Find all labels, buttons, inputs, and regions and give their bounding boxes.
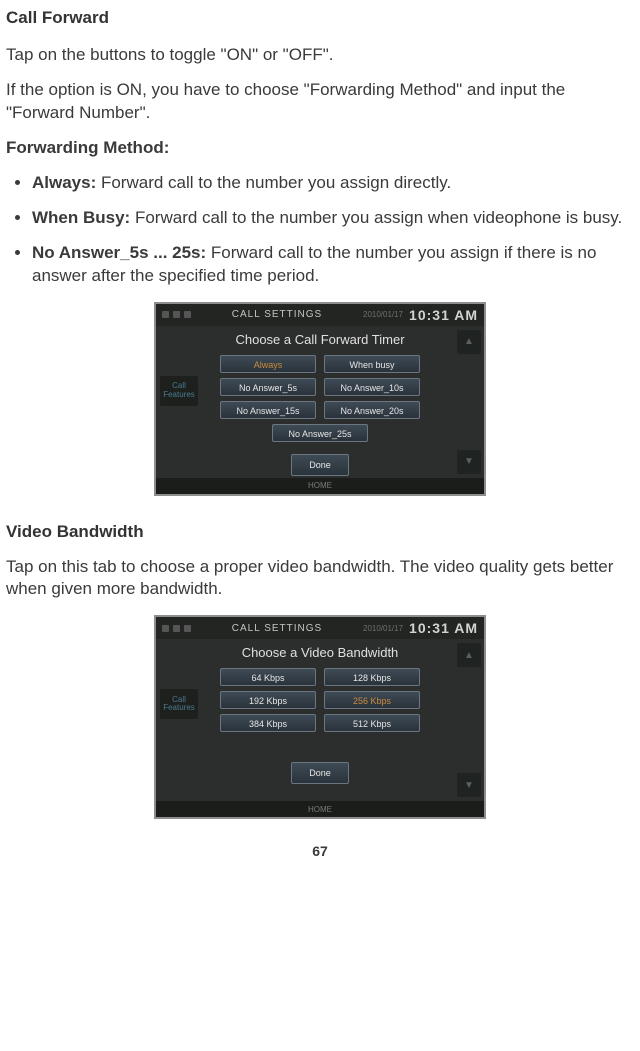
forwarding-method-list: Always: Forward call to the number you a… [6, 172, 634, 288]
status-icon [184, 625, 191, 632]
list-item: Always: Forward call to the number you a… [32, 172, 634, 195]
scroll-up-button[interactable]: ▲ [457, 330, 481, 354]
scroll-down-button[interactable]: ▼ [457, 450, 481, 474]
option-512kbps[interactable]: 512 Kbps [324, 714, 420, 732]
paragraph: Tap on this tab to choose a proper video… [6, 556, 634, 602]
option-256kbps[interactable]: 256 Kbps [324, 691, 420, 709]
done-button[interactable]: Done [291, 454, 349, 476]
scroll-down-button[interactable]: ▼ [457, 773, 481, 797]
option-no-answer-5s[interactable]: No Answer_5s [220, 378, 316, 396]
status-time: 10:31 AM [409, 620, 478, 636]
option-384kbps[interactable]: 384 Kbps [220, 714, 316, 732]
subheading-forwarding-method: Forwarding Method: [6, 137, 634, 160]
sidebar-tab-call-features[interactable]: Call Features [160, 376, 198, 406]
option-always[interactable]: Always [220, 355, 316, 373]
status-bar: CALL SETTINGS 2010/01/17 10:31 AM [156, 304, 484, 326]
dialog-title: Choose a Call Forward Timer [156, 332, 484, 347]
option-no-answer-15s[interactable]: No Answer_15s [220, 401, 316, 419]
list-item: When Busy: Forward call to the number yo… [32, 207, 634, 230]
status-date: 2010/01/17 [363, 624, 403, 633]
option-192kbps[interactable]: 192 Kbps [220, 691, 316, 709]
paragraph: Tap on the buttons to toggle "ON" or "OF… [6, 44, 634, 67]
option-64kbps[interactable]: 64 Kbps [220, 668, 316, 686]
status-time: 10:31 AM [409, 307, 478, 323]
section-title-video-bandwidth: Video Bandwidth [6, 522, 634, 542]
bottom-bar: HOME [156, 801, 484, 817]
screenshot-call-forward-timer: CALL SETTINGS 2010/01/17 10:31 AM Call F… [154, 302, 486, 496]
option-no-answer-25s[interactable]: No Answer_25s [272, 424, 368, 442]
options-grid: 64 Kbps 128 Kbps 192 Kbps 256 Kbps 384 K… [156, 668, 484, 732]
page-number: 67 [6, 843, 634, 859]
bottom-bar: HOME [156, 478, 484, 494]
status-icon [184, 311, 191, 318]
done-button[interactable]: Done [291, 762, 349, 784]
sidebar-tab-call-features[interactable]: Call Features [160, 689, 198, 719]
scroll-up-button[interactable]: ▲ [457, 643, 481, 667]
home-button[interactable]: HOME [308, 805, 332, 814]
option-no-answer-10s[interactable]: No Answer_10s [324, 378, 420, 396]
screen-title: CALL SETTINGS [195, 309, 359, 320]
screen-title: CALL SETTINGS [195, 623, 359, 634]
dialog-title: Choose a Video Bandwidth [156, 645, 484, 660]
options-grid: Always When busy No Answer_5s No Answer_… [156, 355, 484, 442]
status-date: 2010/01/17 [363, 310, 403, 319]
status-icon [162, 311, 169, 318]
option-when-busy[interactable]: When busy [324, 355, 420, 373]
home-button[interactable]: HOME [308, 481, 332, 490]
list-item: No Answer_5s ... 25s: Forward call to th… [32, 242, 634, 288]
status-icon [173, 625, 180, 632]
status-icon [173, 311, 180, 318]
status-icon [162, 625, 169, 632]
option-128kbps[interactable]: 128 Kbps [324, 668, 420, 686]
option-no-answer-20s[interactable]: No Answer_20s [324, 401, 420, 419]
status-bar: CALL SETTINGS 2010/01/17 10:31 AM [156, 617, 484, 639]
paragraph: If the option is ON, you have to choose … [6, 79, 634, 125]
section-title-call-forward: Call Forward [6, 8, 634, 28]
screenshot-video-bandwidth: CALL SETTINGS 2010/01/17 10:31 AM Call F… [154, 615, 486, 819]
